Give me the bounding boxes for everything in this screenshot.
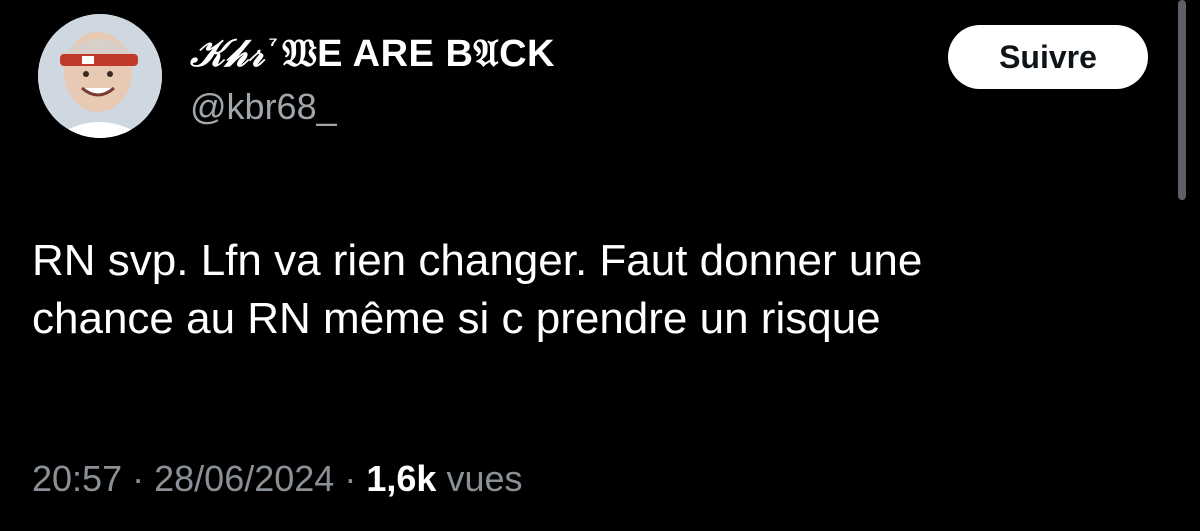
display-name-stylized: 𝒦𝒽𝓇 [190, 30, 265, 75]
display-name-superscript: ⁷ [268, 32, 279, 57]
meta-separator: · [132, 458, 145, 499]
views-label: vues [446, 458, 523, 499]
avatar[interactable] [38, 14, 162, 138]
tweet-text: RN svp. Lfn va rien changer. Faut donner… [32, 232, 1152, 348]
display-name[interactable]: 𝒦𝒽𝓇 ⁷ 𝔚E ARE B𝔄CK [190, 30, 555, 76]
display-name-text: 𝔚E ARE B𝔄CK [282, 33, 555, 75]
scrollbar[interactable] [1178, 0, 1186, 200]
views-count[interactable]: 1,6k [366, 458, 436, 499]
avatar-image [38, 14, 162, 138]
tweet-card: 𝒦𝒽𝓇 ⁷ 𝔚E ARE B𝔄CK @kbr68_ Suivre RN svp. L… [0, 0, 1200, 531]
tweet-text-line: RN svp. Lfn va rien changer. Faut donner… [32, 236, 923, 285]
user-handle[interactable]: @kbr68_ [190, 86, 337, 128]
tweet-date[interactable]: 28/06/2024 [154, 458, 334, 499]
follow-button[interactable]: Suivre [948, 25, 1148, 89]
tweet-time[interactable]: 20:57 [32, 458, 122, 499]
tweet-text-line: chance au RN même si c prendre un risque [32, 294, 881, 343]
meta-separator: · [344, 458, 357, 499]
tweet-meta: 20:57 · 28/06/2024 · 1,6k vues [32, 458, 522, 500]
